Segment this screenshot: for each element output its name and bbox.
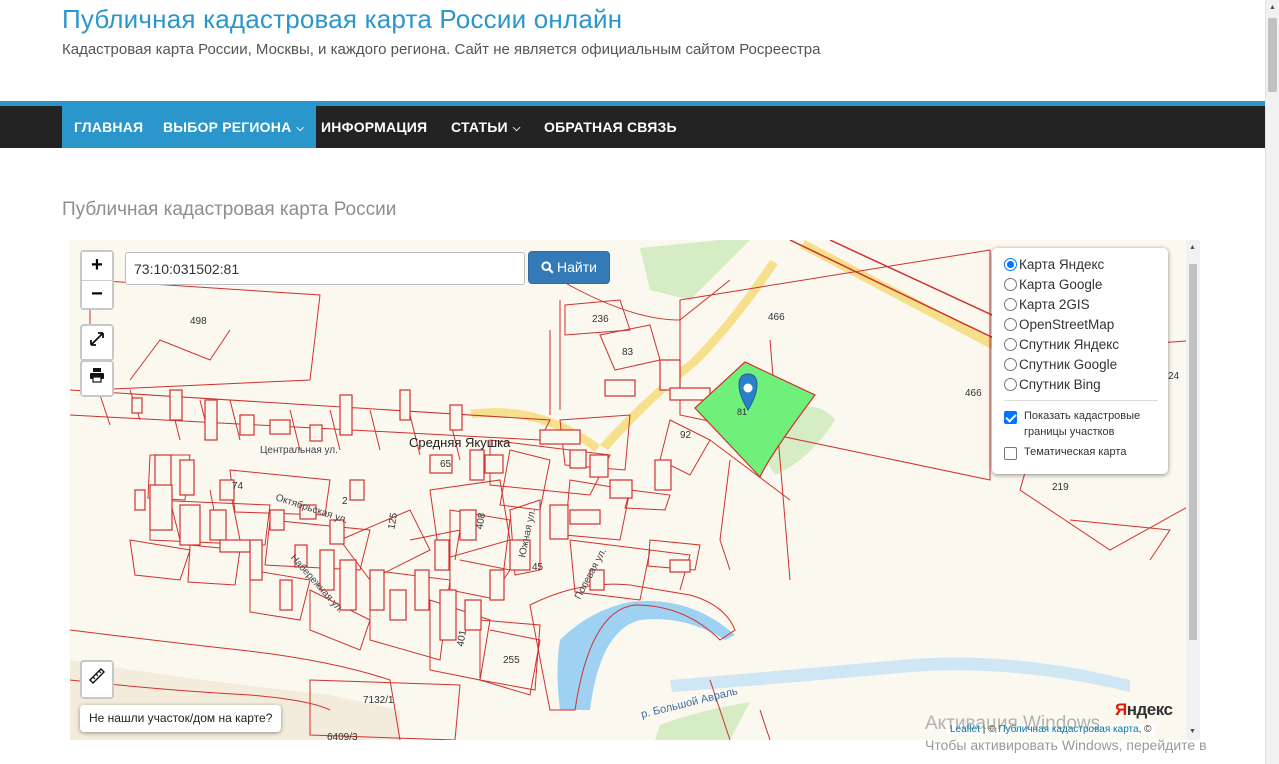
scroll-up-icon[interactable]: ▲ bbox=[1189, 244, 1196, 251]
parcel-label: 7132/1 bbox=[363, 695, 394, 706]
measure-button[interactable] bbox=[82, 667, 112, 697]
layer-label: Карта Яндекс bbox=[1019, 256, 1105, 272]
find-button[interactable]: Найти bbox=[528, 251, 610, 284]
layer-option-bing-satellite[interactable]: Спутник Bing bbox=[1004, 374, 1168, 394]
layer-option-google-satellite[interactable]: Спутник Google bbox=[1004, 354, 1168, 374]
page-scrollbar[interactable]: ▲ bbox=[1265, 0, 1279, 764]
map-scrollbar-thumb[interactable] bbox=[1189, 264, 1197, 640]
parcel-label: 2 bbox=[342, 496, 348, 507]
search-icon bbox=[541, 261, 554, 274]
nav-item-info[interactable]: ИНФОРМАЦИЯ bbox=[309, 106, 439, 148]
layer-label: Карта 2GIS bbox=[1019, 296, 1090, 312]
parcel-label: 6409/3 bbox=[327, 732, 358, 740]
radio-button[interactable] bbox=[1004, 377, 1017, 391]
measure-control bbox=[80, 660, 114, 699]
page-scrollbar-thumb[interactable] bbox=[1268, 18, 1277, 92]
street-label: Набережная ул. bbox=[288, 552, 347, 615]
overlay-thematic-map[interactable]: Тематическая карта bbox=[1004, 444, 1168, 460]
parcel-label: 219 bbox=[1052, 482, 1069, 493]
layer-option-google-map[interactable]: Карта Google bbox=[1004, 274, 1168, 294]
layer-label: Карта Google bbox=[1019, 276, 1103, 292]
zoom-in-button[interactable]: + bbox=[82, 252, 112, 280]
parcel-label: 408 bbox=[474, 512, 488, 531]
print-control bbox=[80, 360, 114, 397]
overlay-cadastral-borders[interactable]: Показать кадастровые границы участков bbox=[1004, 408, 1168, 440]
parcel-label: 466 bbox=[768, 312, 785, 323]
map-container[interactable]: 498 236 83 466 466 24 81 92 65 74 2 125 … bbox=[70, 240, 1200, 740]
printer-icon bbox=[90, 368, 104, 383]
map-scrollbar[interactable]: ▲ ▼ bbox=[1186, 240, 1200, 740]
zoom-out-button[interactable]: − bbox=[82, 280, 112, 308]
street-label: Южная ул. bbox=[517, 508, 538, 559]
checkbox[interactable] bbox=[1004, 411, 1017, 424]
nav-item-region[interactable]: ВЫБОР РЕГИОНА ⌵ bbox=[151, 106, 317, 148]
layers-divider bbox=[1004, 400, 1158, 401]
parcel-label: 401 bbox=[455, 629, 469, 648]
parcel-label: 74 bbox=[232, 481, 244, 492]
main-navigation: ГЛАВНАЯ ВЫБОР РЕГИОНА ⌵ ИНФОРМАЦИЯ СТАТЬИ… bbox=[0, 106, 1265, 148]
page-heading: Публичная кадастровая карта России bbox=[62, 199, 397, 220]
parcel-label: 81 bbox=[737, 407, 747, 417]
layer-option-yandex-satellite[interactable]: Спутник Яндекс bbox=[1004, 334, 1168, 354]
layer-label: Спутник Google bbox=[1019, 356, 1118, 372]
fullscreen-button[interactable] bbox=[82, 331, 112, 359]
nav-item-home[interactable]: ГЛАВНАЯ bbox=[62, 106, 156, 148]
site-description: Кадастровая карта России, Москвы, и кажд… bbox=[62, 41, 821, 58]
zoom-control: + − bbox=[80, 250, 114, 310]
checkbox[interactable] bbox=[1004, 447, 1017, 460]
nav-item-label: СТАТЬИ bbox=[451, 119, 508, 135]
radio-button[interactable] bbox=[1004, 317, 1017, 331]
watermark-title: Активация Windows bbox=[925, 713, 1101, 734]
parcel-label: 92 bbox=[680, 430, 692, 441]
site-title[interactable]: Публичная кадастровая карта России онлай… bbox=[62, 4, 622, 35]
layer-label: Спутник Bing bbox=[1019, 376, 1101, 392]
radio-button[interactable] bbox=[1004, 277, 1017, 291]
street-label: Центральная ул. bbox=[260, 445, 338, 456]
parcel-label: 24 bbox=[1168, 371, 1180, 382]
cadastral-search-input[interactable] bbox=[125, 252, 525, 285]
parcel-label: 498 bbox=[190, 316, 207, 327]
layer-label: OpenStreetMap bbox=[1019, 316, 1115, 332]
find-button-label: Найти bbox=[557, 259, 597, 275]
nav-item-articles[interactable]: СТАТЬИ ⌵ bbox=[439, 106, 533, 148]
watermark-text: Чтобы активировать Windows, перейдите в bbox=[925, 737, 1207, 753]
parcel-label: 236 bbox=[592, 314, 609, 325]
print-button[interactable] bbox=[82, 367, 112, 395]
parcel-label: 125 bbox=[386, 512, 400, 531]
not-found-button[interactable]: Не нашли участок/дом на карте? bbox=[80, 705, 282, 732]
layer-option-yandex-map[interactable]: Карта Яндекс bbox=[1004, 254, 1168, 274]
nav-item-label: ВЫБОР РЕГИОНА bbox=[163, 119, 292, 135]
scroll-up-icon[interactable]: ▲ bbox=[1269, 4, 1276, 11]
parcel-label: 83 bbox=[622, 347, 634, 358]
parcel-label: 255 bbox=[503, 655, 520, 666]
chevron-down-icon: ⌵ bbox=[296, 123, 305, 134]
nav-item-label: ГЛАВНАЯ bbox=[74, 119, 144, 135]
chevron-down-icon: ⌵ bbox=[512, 123, 521, 134]
nav-item-label: ИНФОРМАЦИЯ bbox=[321, 119, 428, 135]
layers-panel: Карта Яндекс Карта Google Карта 2GIS Ope… bbox=[992, 248, 1168, 474]
river-water bbox=[670, 657, 1130, 692]
street-label: Октябрьская ул. bbox=[274, 491, 350, 526]
overlay-label: Тематическая карта bbox=[1024, 446, 1127, 458]
radio-button[interactable] bbox=[1004, 257, 1017, 271]
parcel-label: 466 bbox=[965, 388, 982, 399]
nav-item-feedback[interactable]: ОБРАТНАЯ СВЯЗЬ bbox=[532, 106, 689, 148]
fullscreen-icon bbox=[90, 332, 104, 346]
overlay-label: Показать кадастровые границы участков bbox=[1024, 410, 1141, 438]
village-label: Средняя Якушка bbox=[409, 435, 511, 450]
radio-button[interactable] bbox=[1004, 337, 1017, 351]
windows-activation-watermark: Активация Windows Чтобы активировать Win… bbox=[925, 712, 1207, 754]
ruler-icon bbox=[89, 668, 105, 684]
layer-label: Спутник Яндекс bbox=[1019, 336, 1120, 352]
parcel-label: 65 bbox=[440, 459, 452, 470]
layer-option-2gis-map[interactable]: Карта 2GIS bbox=[1004, 294, 1168, 314]
nav-item-label: ОБРАТНАЯ СВЯЗЬ bbox=[544, 119, 677, 135]
fullscreen-control bbox=[80, 324, 114, 361]
parcel-label: 45 bbox=[532, 562, 544, 573]
layer-option-osm[interactable]: OpenStreetMap bbox=[1004, 314, 1168, 334]
radio-button[interactable] bbox=[1004, 357, 1017, 371]
radio-button[interactable] bbox=[1004, 297, 1017, 311]
